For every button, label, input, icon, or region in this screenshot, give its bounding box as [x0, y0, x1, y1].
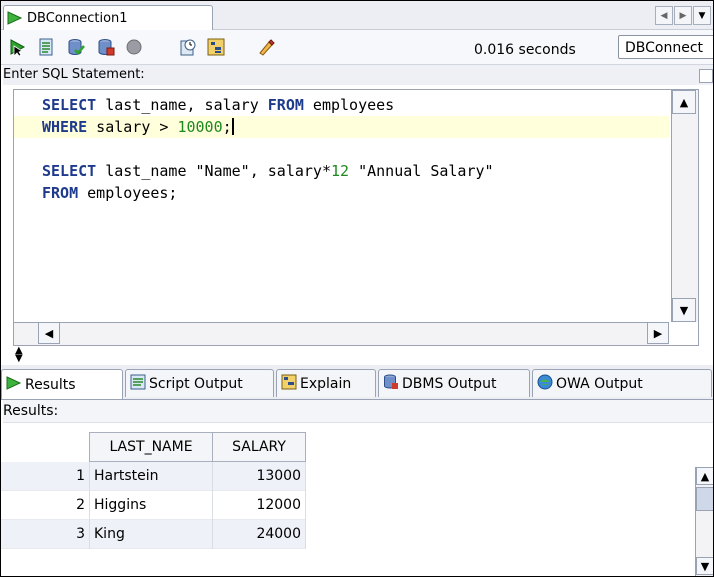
table-row[interactable]: 3 King 24000: [1, 519, 306, 549]
sql-keyword: FROM: [267, 96, 304, 114]
results-grid[interactable]: LAST_NAME SALARY 1 Hartstein 13000 2 Higgins…: [1, 432, 306, 549]
tab-owa-output[interactable]: OWA Output: [532, 369, 712, 397]
result-tabs: Results Script Output Explain DBMS Output OW…: [1, 365, 713, 400]
scroll-right-icon[interactable]: ▶: [647, 322, 669, 344]
scroll-down-icon[interactable]: ▼: [696, 557, 713, 575]
sql-line[interactable]: SELECT last_name, salary FROM employees: [14, 94, 669, 116]
sql-line[interactable]: WHERE salary > 10000;: [14, 116, 669, 138]
sql-number: 12: [331, 162, 350, 180]
scroll-up-icon[interactable]: ▲: [672, 90, 696, 114]
tab-navigation: ◀ ▶ ▼: [655, 6, 711, 25]
worksheet-toolbar: 0.016 seconds DBConnect: [1, 30, 713, 65]
connection-select[interactable]: DBConnect: [618, 35, 713, 59]
elapsed-time: 0.016 seconds: [474, 42, 576, 58]
sql-text: last_name, salary: [96, 96, 268, 114]
sql-text: "Annual Salary": [349, 162, 494, 180]
document-tab[interactable]: DBConnection1: [3, 5, 213, 30]
tab-script-output[interactable]: Script Output: [125, 369, 274, 397]
cell-salary[interactable]: 24000: [212, 519, 306, 549]
sql-worksheet: DBConnection1 ◀ ▶ ▼ 0.016 seconds DBConn…: [0, 0, 714, 577]
results-label: Results:: [3, 400, 713, 423]
editor-vertical-scrollbar[interactable]: ▲ ▼: [671, 90, 698, 322]
row-number-header: [1, 432, 90, 462]
sql-text: employees;: [78, 184, 178, 202]
scroll-right-icon[interactable]: ▶: [674, 6, 692, 25]
text-caret: [231, 118, 234, 135]
cell-salary[interactable]: 13000: [212, 461, 306, 491]
results-vertical-scrollbar[interactable]: ▲ ▼: [695, 467, 713, 576]
sql-text: salary >: [87, 118, 178, 136]
tab-list-icon[interactable]: ▼: [693, 6, 711, 25]
table-row[interactable]: 1 Hartstein 13000: [1, 461, 306, 491]
sql-line[interactable]: SELECT last_name "Name", salary*12 "Annu…: [14, 160, 669, 182]
worksheet-icon: [7, 11, 23, 25]
column-header-salary[interactable]: SALARY: [212, 432, 306, 462]
sql-editor-label: Enter SQL Statement:: [3, 65, 713, 85]
cell-last-name[interactable]: King: [89, 519, 213, 549]
commit-icon[interactable]: [67, 38, 85, 56]
tab-label: Explain: [300, 375, 352, 392]
sql-keyword: WHERE: [42, 118, 88, 136]
owa-output-icon: [537, 374, 553, 394]
cell-last-name[interactable]: Hartstein: [89, 461, 213, 491]
script-output-icon: [130, 374, 146, 394]
sql-text: employees: [303, 96, 395, 114]
cell-salary[interactable]: 12000: [212, 490, 306, 520]
clear-icon[interactable]: [257, 38, 275, 56]
document-tab-strip: DBConnection1 ◀ ▶ ▼: [1, 1, 713, 30]
row-number[interactable]: 2: [1, 490, 90, 520]
tab-label: OWA Output: [556, 375, 643, 392]
scroll-thumb[interactable]: [696, 487, 713, 511]
scroll-left-icon[interactable]: ◀: [38, 322, 60, 344]
splitter-icon[interactable]: ▲ ▼: [15, 346, 23, 364]
row-number[interactable]: 3: [1, 519, 90, 549]
column-header-last-name[interactable]: LAST_NAME: [89, 432, 213, 462]
editor-restore-box[interactable]: [699, 69, 713, 83]
run-script-icon[interactable]: [37, 38, 55, 56]
sql-keyword: SELECT: [42, 162, 97, 180]
rollback-icon[interactable]: [97, 38, 115, 56]
table-row[interactable]: 2 Higgins 12000: [1, 490, 306, 520]
cell-last-name[interactable]: Higgins: [89, 490, 213, 520]
sql-keyword: SELECT: [42, 96, 97, 114]
sql-line[interactable]: [14, 138, 669, 160]
tab-dbms-output[interactable]: DBMS Output: [378, 369, 530, 397]
tab-label: DBMS Output: [402, 375, 497, 392]
scroll-up-icon[interactable]: ▲: [696, 467, 713, 485]
explain-icon: [281, 374, 297, 394]
run-statement-icon[interactable]: [9, 38, 27, 56]
dbms-output-icon: [383, 374, 399, 394]
explain-plan-icon[interactable]: [207, 38, 225, 56]
tab-label: Results: [25, 376, 76, 393]
sql-code-area[interactable]: SELECT last_name, salary FROM employees W…: [14, 90, 669, 322]
sql-number: 10000: [177, 118, 223, 136]
tab-label: Script Output: [149, 375, 243, 392]
scroll-down-icon[interactable]: ▼: [672, 298, 696, 322]
row-number[interactable]: 1: [1, 461, 90, 491]
sql-editor[interactable]: SELECT last_name, salary FROM employees W…: [13, 89, 699, 346]
sql-history-icon[interactable]: [179, 38, 197, 56]
run-icon: [6, 375, 22, 394]
tab-explain[interactable]: Explain: [276, 369, 376, 397]
sql-text: ;: [222, 118, 232, 136]
sql-line[interactable]: FROM employees;: [14, 182, 669, 204]
sql-keyword: FROM: [42, 184, 79, 202]
tab-results[interactable]: Results: [1, 369, 123, 399]
editor-horizontal-scrollbar[interactable]: ◀ ▶: [14, 322, 669, 345]
sql-text: last_name "Name", salary*: [96, 162, 331, 180]
document-tab-label: DBConnection1: [27, 10, 128, 26]
cancel-icon[interactable]: [125, 38, 143, 56]
scroll-left-icon[interactable]: ◀: [655, 6, 673, 25]
